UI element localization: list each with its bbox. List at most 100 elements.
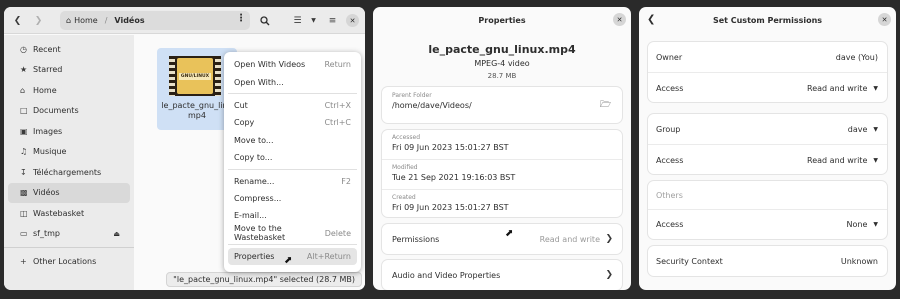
close-icon: ✕ [616,15,623,24]
menu-separator [228,168,357,170]
forward-button[interactable]: ❯ [30,12,47,29]
sidebar-item-label: sf_tmp [33,229,60,239]
view-options-button[interactable]: ▼ [305,12,322,29]
files-headerbar: ❮ ❯ ⌂ Home / Vidéos ⋮ ☰ ▼ ≡ ✕ [4,7,365,34]
main-menu-button[interactable]: ≡ [324,12,341,29]
dropdown-arrow-icon: ▼ [873,156,878,164]
group-access-dropdown[interactable]: Read and write ▼ [807,156,878,165]
group-access-value: Read and write [807,155,868,165]
list-icon: ☰ [293,15,302,26]
group-card: Group dave ▼ Access Read and write ▼ [648,114,887,174]
hamburger-icon: ≡ [328,15,337,26]
menu-item-label: Open With... [234,77,284,87]
path-separator: / [104,16,108,25]
menu-item-rename[interactable]: Rename... F2 [228,172,357,189]
timestamps-card: Accessed Fri 09 Jun 2023 15:01:27 BST Mo… [382,130,622,217]
menu-item-properties[interactable]: Properties Alt+Return [228,247,357,266]
permissions-titlebar: ❮ Set Custom Permissions ✕ [639,7,896,33]
sidebar-separator [4,247,134,248]
back-button[interactable]: ❮ [9,12,26,29]
group-dropdown[interactable]: dave ▼ [848,125,878,134]
parent-folder-card[interactable]: Parent Folder /home/dave/Videos/ 🗁 [382,87,622,123]
menu-item-email[interactable]: E-mail... [228,207,357,224]
sidebar-item-musique[interactable]: ♫ Musique [8,142,130,163]
path-current[interactable]: Vidéos [114,16,144,25]
permissions-window: ❮ Set Custom Permissions ✕ Owner dave (Y… [639,7,896,290]
menu-item-accel: Alt+Return [306,252,351,262]
menu-item-copy[interactable]: Copy Ctrl+C [228,114,357,131]
permissions-title: Set Custom Permissions [712,15,823,25]
owner-access-row[interactable]: Access Read and write ▼ [648,73,887,103]
owner-row: Owner dave (You) [648,42,887,72]
menu-item-move-to[interactable]: Move to... [228,132,357,149]
thumbnail-text: GNU/LINUX [178,72,212,80]
sidebar-item-telechargements[interactable]: ↧ Téléchargements [8,162,130,183]
sidebar-item-label: Musique [33,147,67,157]
music-icon: ♫ [20,147,28,157]
document-icon: □ [20,106,28,116]
chevron-down-icon: ▼ [311,17,316,24]
properties-file-type: MPEG-4 video [474,59,530,68]
others-access-label: Access [656,220,684,229]
context-menu: Open With Videos Return Open With... Cut C… [224,52,361,272]
close-icon: ✕ [881,15,888,24]
sidebar-item-label: Other Locations [33,256,97,266]
sidebar-item-other-locations[interactable]: + Other Locations [8,251,130,272]
open-folder-icon[interactable]: 🗁 [600,97,611,113]
sidebar-item-recent[interactable]: ◷ Recent [8,39,130,60]
others-access-dropdown[interactable]: None ▼ [847,220,879,229]
permissions-row[interactable]: Permissions Read and write ❯ [382,224,622,254]
permissions-value: Read and write [539,234,600,244]
group-row[interactable]: Group dave ▼ [648,114,887,144]
sidebar-item-wastebasket[interactable]: ◫ Wastebasket [8,203,130,224]
menu-item-copy-to[interactable]: Copy to... [228,149,357,166]
menu-item-label: Open With Videos [234,60,306,70]
menu-item-open-with-videos[interactable]: Open With Videos Return [228,56,357,73]
properties-close-button[interactable]: ✕ [613,13,626,26]
kebab-menu-icon[interactable]: ⋮ [236,13,246,24]
sidebar-item-videos[interactable]: ▩ Vidéos [8,182,130,203]
owner-access-dropdown[interactable]: Read and write ▼ [807,84,878,93]
menu-separator [228,93,357,95]
permissions-close-button[interactable]: ✕ [878,13,891,26]
av-properties-row[interactable]: Audio and Video Properties ❯ [382,260,622,290]
search-button[interactable] [256,12,273,29]
properties-titlebar: Properties ✕ [373,7,631,33]
properties-title: Properties [478,15,526,25]
path-home[interactable]: Home [74,16,98,25]
menu-item-label: Rename... [234,176,275,186]
others-row: Others [648,181,887,209]
sidebar-item-label: Home [33,85,57,95]
back-button[interactable]: ❮ [647,14,655,25]
menu-item-label: Properties [234,252,275,262]
properties-window: Properties ✕ le_pacte_gnu_linux.mp4 MPEG… [373,7,631,290]
av-properties-label: Audio and Video Properties [392,270,501,280]
eject-icon[interactable]: ⏏ [113,230,120,238]
sidebar-item-starred[interactable]: ★ Starred [8,60,130,81]
sidebar-item-home[interactable]: ⌂ Home [8,80,130,101]
chevron-right-icon: ❯ [605,270,613,280]
parent-folder-label: Parent Folder [392,92,432,99]
menu-item-cut[interactable]: Cut Ctrl+X [228,97,357,114]
files-window: ❮ ❯ ⌂ Home / Vidéos ⋮ ☰ ▼ ≡ ✕ ◷ Recent ★ S… [4,7,365,290]
menu-item-open-with[interactable]: Open With... [228,73,357,90]
mouse-pointer-icon: ⬈ [284,255,293,266]
path-bar[interactable]: ⌂ Home / Vidéos ⋮ [60,11,250,30]
others-label: Others [656,190,683,200]
view-list-button[interactable]: ☰ [289,12,306,29]
menu-item-accel: F2 [341,176,351,186]
sidebar-item-documents[interactable]: □ Documents [8,101,130,122]
dropdown-arrow-icon: ▼ [873,84,878,92]
group-access-row[interactable]: Access Read and write ▼ [648,145,887,175]
mouse-pointer-icon: ⬈ [505,228,514,239]
sidebar-item-images[interactable]: ▣ Images [8,121,130,142]
menu-item-compress[interactable]: Compress... [228,190,357,207]
sidebar-item-sf-tmp[interactable]: ▭ sf_tmp ⏏ [8,224,130,245]
star-icon: ★ [20,65,28,75]
owner-access-value: Read and write [807,83,868,93]
owner-value: dave (You) [835,52,878,62]
menu-item-move-to-wastebasket[interactable]: Move to the Wastebasket Delete [228,224,357,242]
chevron-left-icon: ❮ [647,14,656,25]
files-close-button[interactable]: ✕ [346,14,359,27]
others-access-row[interactable]: Access None ▼ [648,210,887,239]
